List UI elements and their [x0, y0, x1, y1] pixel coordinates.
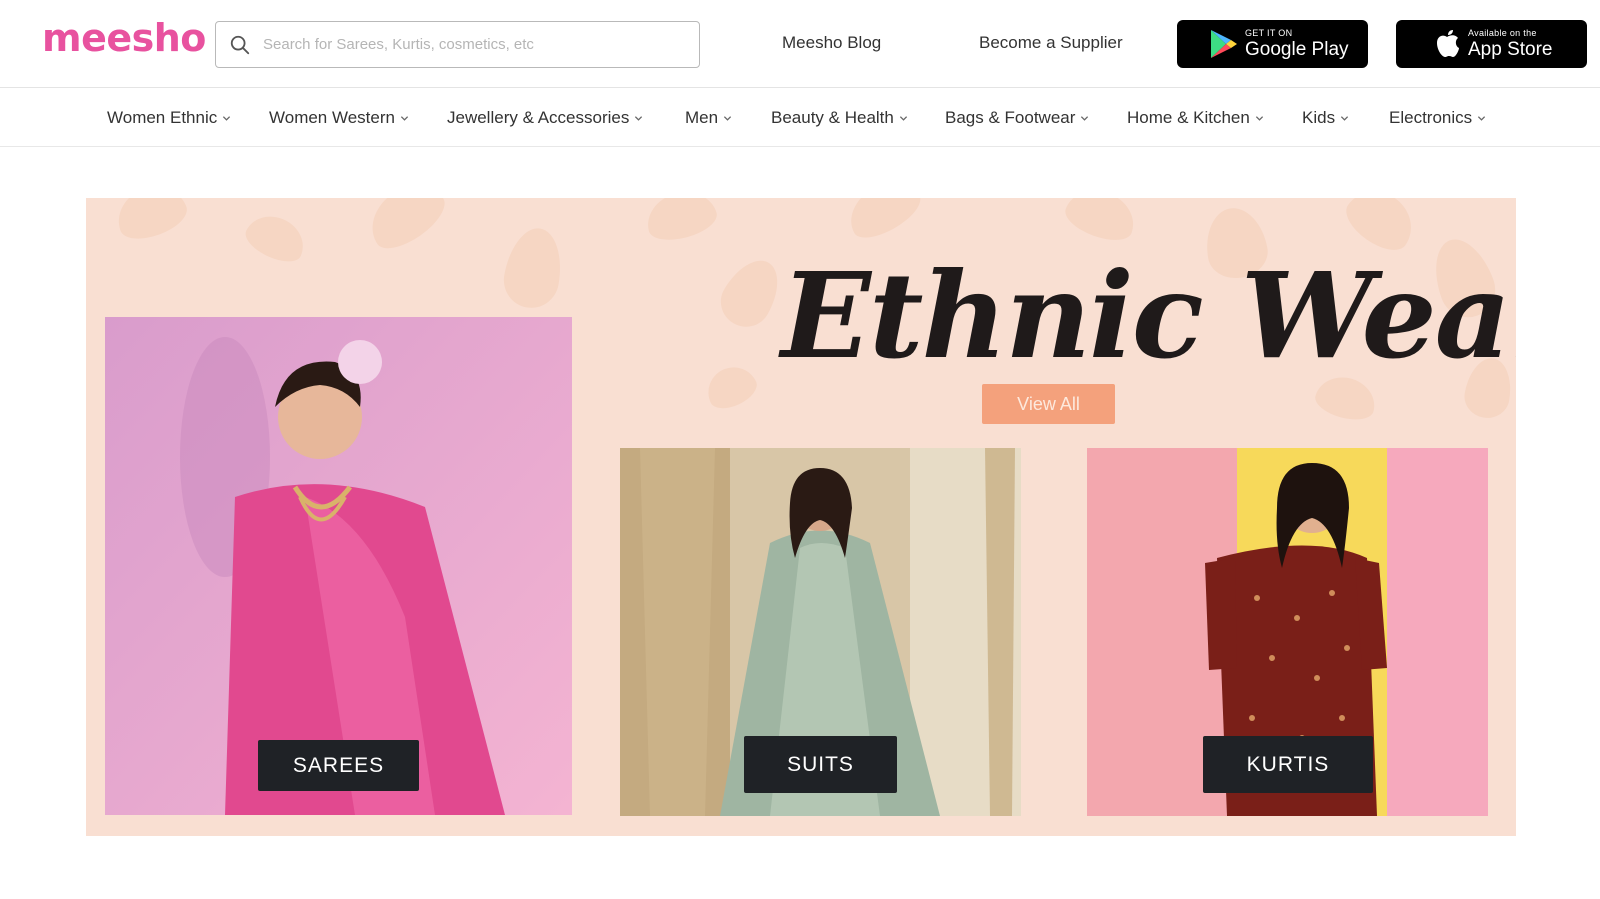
ethnic-wear-banner[interactable]: Ethnic Wear View All SAREES SUITS KURTIS	[86, 198, 1516, 836]
decorative-leaf	[700, 359, 762, 415]
decorative-leaf	[358, 198, 454, 259]
nav-item-beauty-health[interactable]: Beauty & Health	[771, 108, 908, 128]
google-play-small-text: GET IT ON	[1245, 28, 1293, 38]
search-icon	[230, 35, 250, 54]
chevron-down-icon	[723, 115, 732, 121]
google-play-big-text: Google Play	[1245, 39, 1349, 60]
nav-item-label: Electronics	[1389, 108, 1473, 127]
banner-title: Ethnic Wear	[781, 246, 1516, 385]
nav-item-label: Women Western	[269, 108, 395, 127]
app-store-big-text: App Store	[1468, 39, 1553, 60]
suits-label: SUITS	[744, 736, 897, 793]
google-play-icon	[1211, 30, 1237, 58]
nav-item-label: Beauty & Health	[771, 108, 894, 127]
nav-item-label: Kids	[1302, 108, 1336, 127]
meesho-logo[interactable]: meesho	[42, 16, 206, 60]
view-all-button[interactable]: View All	[982, 384, 1115, 424]
nav-item-electronics[interactable]: Electronics	[1389, 108, 1486, 128]
decorative-leaf	[641, 198, 721, 247]
nav-item-label: Women Ethnic	[107, 108, 218, 127]
chevron-down-icon	[899, 115, 907, 121]
nav-item-bags-footwear[interactable]: Bags & Footwear	[945, 108, 1089, 128]
decorative-leaf	[109, 198, 193, 247]
chevron-down-icon	[400, 115, 409, 121]
become-supplier-link[interactable]: Become a Supplier	[979, 33, 1123, 53]
nav-item-kids[interactable]: Kids	[1302, 108, 1349, 128]
sarees-label: SAREES	[258, 740, 419, 791]
kurtis-card[interactable]: KURTIS	[1087, 448, 1488, 816]
decorative-leaf	[1060, 198, 1142, 248]
chevron-down-icon	[223, 115, 231, 121]
decorative-leaf	[711, 250, 791, 336]
nav-item-label: Jewellery & Accessories	[447, 108, 630, 127]
chevron-down-icon	[1478, 115, 1486, 121]
nav-item-women-ethnic[interactable]: Women Ethnic	[107, 108, 231, 128]
app-store-small-text: Available on the	[1468, 28, 1537, 38]
top-header: meesho Meesho Blog Become a Supplier GET…	[0, 0, 1600, 88]
nav-item-women-western[interactable]: Women Western	[269, 108, 409, 128]
nav-item-label: Home & Kitchen	[1127, 108, 1250, 127]
chevron-down-icon	[1081, 115, 1089, 121]
nav-item-jewellery-accessories[interactable]: Jewellery & Accessories	[447, 108, 643, 128]
search-input[interactable]	[263, 36, 663, 53]
nav-item-home-kitchen[interactable]: Home & Kitchen	[1127, 108, 1264, 128]
app-store-button[interactable]: Available on the App Store	[1396, 20, 1587, 68]
nav-item-label: Men	[685, 108, 719, 127]
sarees-card[interactable]: SAREES	[105, 317, 572, 815]
chevron-down-icon	[1340, 115, 1349, 121]
apple-icon	[1437, 30, 1459, 57]
meesho-blog-link[interactable]: Meesho Blog	[782, 33, 881, 53]
decorative-leaf	[499, 223, 568, 313]
nav-item-men[interactable]: Men	[685, 108, 732, 128]
nav-item-label: Bags & Footwear	[945, 108, 1076, 127]
kurtis-label: KURTIS	[1203, 736, 1373, 793]
decorative-leaf	[839, 198, 928, 247]
search-box[interactable]	[215, 21, 700, 68]
chevron-down-icon	[1255, 115, 1263, 121]
google-play-button[interactable]: GET IT ON Google Play	[1177, 20, 1368, 68]
suits-card[interactable]: SUITS	[620, 448, 1021, 816]
decorative-leaf	[240, 207, 312, 269]
chevron-down-icon	[635, 115, 643, 121]
category-nav: Women Ethnic Women Western Jewellery & A…	[0, 88, 1600, 147]
